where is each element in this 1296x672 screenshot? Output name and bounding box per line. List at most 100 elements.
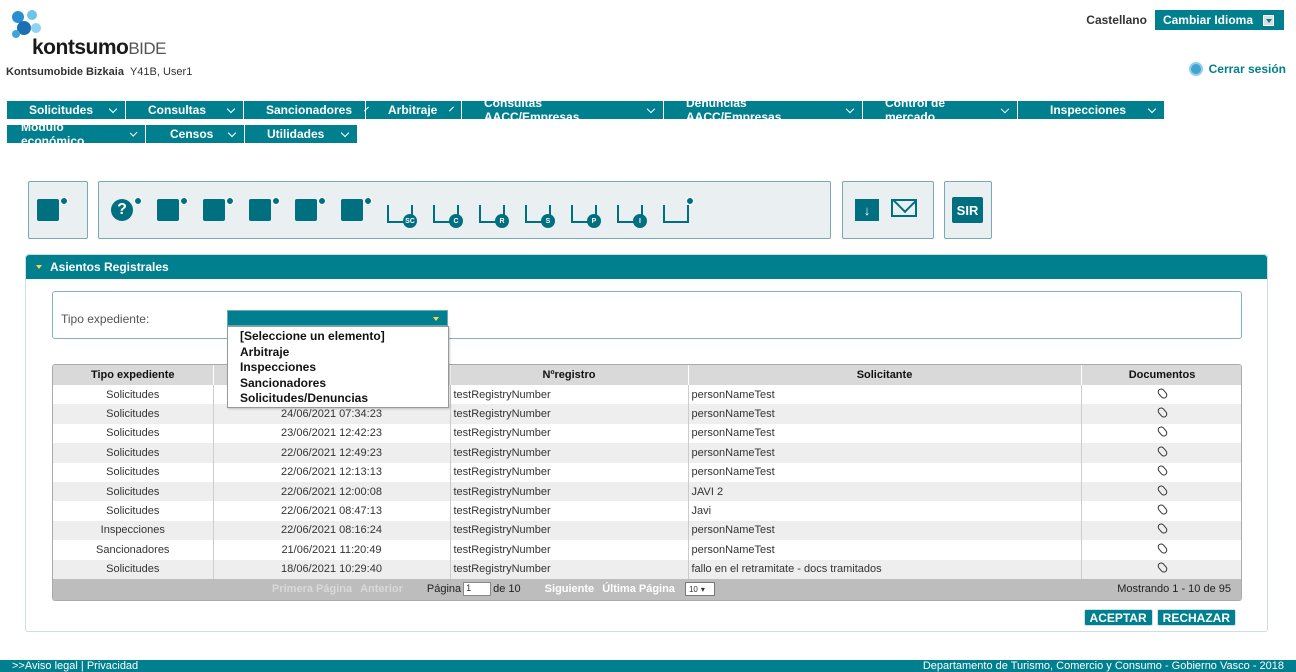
table-row[interactable]: Solicitudes 23/06/2021 12:42:23 testRegist…: [53, 423, 1241, 444]
menu-denuncias-aacc[interactable]: Denuncias AACC/Empresas: [664, 96, 863, 124]
toolbar-group-new: [28, 181, 88, 239]
menu-consultas[interactable]: Consultas: [126, 101, 244, 119]
cell-solicitante: personNameTest: [688, 385, 1082, 405]
dropdown-option[interactable]: Arbitraje: [240, 345, 448, 361]
table-row[interactable]: Solicitudes 22/06/2021 12:49:23 testRegist…: [53, 443, 1241, 463]
paperclip-icon[interactable]: [1155, 561, 1169, 575]
table-pager: Primera Página Anterior Página 1 de 10 S…: [53, 578, 1241, 600]
cell-documentos: [1081, 462, 1241, 482]
page-of-label: de 10: [493, 583, 521, 596]
kontsumobide-logo[interactable]: kontsumoBIDE: [8, 8, 178, 60]
prev-page-link[interactable]: Anterior: [360, 583, 403, 595]
last-page-link[interactable]: Última Página: [602, 583, 675, 595]
cell-fecha: 22/06/2021 12:13:13: [213, 462, 451, 482]
cell-fecha: 21/06/2021 11:20:49: [213, 540, 451, 560]
paperclip-icon[interactable]: [1155, 522, 1169, 536]
tray-label: P: [587, 214, 601, 228]
new-euro-edit-button[interactable]: [295, 197, 326, 221]
paperclip-icon[interactable]: [1155, 425, 1169, 439]
logout-link[interactable]: Cerrar sesión: [1188, 62, 1286, 76]
paperclip-icon[interactable]: [1155, 444, 1169, 458]
footer-legal-links[interactable]: >>Aviso legal | Privacidad: [12, 660, 138, 672]
menu-modulo-economico[interactable]: Módulo económico: [7, 120, 146, 148]
table-row[interactable]: Solicitudes 22/06/2021 12:00:08 testRegist…: [53, 481, 1241, 502]
first-page-link[interactable]: Primera Página: [272, 583, 352, 595]
inbox-tray-icon: P: [571, 205, 601, 228]
accept-button[interactable]: ACEPTAR: [1083, 609, 1153, 626]
reject-button[interactable]: RECHAZAR: [1156, 609, 1236, 626]
tray-sc-button[interactable]: SC: [387, 199, 417, 228]
tray-edit-button[interactable]: [663, 197, 694, 223]
menu-inspecciones[interactable]: Inspecciones: [1018, 101, 1165, 119]
paperclip-icon[interactable]: [1155, 406, 1169, 420]
cell-tipo: Solicitudes: [53, 501, 214, 521]
next-page-link[interactable]: Siguiente: [545, 583, 595, 595]
tray-p-button[interactable]: P: [571, 199, 601, 228]
col-nregistro[interactable]: Nºregistro: [450, 365, 689, 385]
cell-tipo: Sancionadores: [53, 540, 214, 560]
dropdown-option[interactable]: Sancionadores: [240, 376, 448, 392]
cell-fecha: 22/06/2021 08:16:24: [213, 520, 451, 541]
table-row[interactable]: Solicitudes 22/06/2021 12:13:13 testRegist…: [53, 462, 1241, 482]
new-consulta-button[interactable]: ?: [111, 197, 142, 221]
new-registro-button[interactable]: [249, 197, 280, 221]
dropdown-option[interactable]: [Seleccione un elemento]: [240, 329, 448, 345]
inbox-tray-icon: I: [617, 205, 647, 228]
menu-solicitudes[interactable]: Solicitudes: [7, 101, 126, 119]
new-euro-doc-button[interactable]: [341, 197, 372, 221]
paperclip-icon[interactable]: [1155, 541, 1169, 555]
paperclip-icon[interactable]: [1155, 483, 1169, 497]
cell-registro: testRegistryNumber: [450, 404, 689, 424]
action-buttons: ACEPTAR RECHAZAR: [1083, 609, 1236, 626]
col-documentos[interactable]: Documentos: [1081, 365, 1241, 385]
menu-censos[interactable]: Censos: [146, 125, 245, 143]
collapse-caret-icon: [36, 265, 42, 269]
tipo-expediente-select[interactable]: [227, 310, 448, 326]
menu-label: Módulo económico: [21, 120, 85, 148]
dropdown-option[interactable]: Inspecciones: [240, 360, 448, 376]
tray-i-button[interactable]: I: [617, 199, 647, 228]
add-dot-icon: [364, 197, 372, 205]
tray-label: S: [541, 214, 555, 228]
chevron-down-icon: [449, 106, 455, 111]
folder-download-icon: ↓: [855, 199, 879, 221]
cell-solicitante: fallo en el retramitate - docs tramitado…: [688, 559, 1082, 579]
col-tipo-expediente[interactable]: Tipo expediente: [53, 365, 214, 385]
chevron-down-icon: ▾: [700, 584, 705, 594]
euro-edit-icon: [295, 199, 317, 221]
footer-copyright: Departamento de Turismo, Comercio y Cons…: [922, 660, 1284, 672]
dropdown-option[interactable]: Solicitudes/Denuncias: [240, 391, 448, 407]
table-row[interactable]: Inspecciones 22/06/2021 08:16:24 testRegis…: [53, 520, 1241, 541]
page-size-select[interactable]: 10 ▾: [684, 582, 715, 597]
current-language: Castellano: [1086, 13, 1147, 27]
menu-control-mercado[interactable]: Control de mercado: [863, 96, 1018, 124]
table-row[interactable]: Sancionadores 21/06/2021 11:20:49 testRegi…: [53, 540, 1241, 560]
menu-consultas-aacc[interactable]: Consultas AACC/Empresas: [462, 96, 664, 124]
menu-label: Denuncias AACC/Empresas: [686, 96, 782, 124]
tray-r-button[interactable]: R: [479, 199, 509, 228]
menu-utilidades[interactable]: Utilidades: [245, 125, 358, 143]
table-row[interactable]: Solicitudes 18/06/2021 10:29:40 testRegist…: [53, 559, 1241, 579]
cell-registro: testRegistryNumber: [450, 423, 689, 444]
paperclip-icon[interactable]: [1155, 503, 1169, 516]
page-size-value: 10: [688, 584, 698, 594]
tray-s-button[interactable]: S: [525, 199, 555, 228]
download-folder-button[interactable]: ↓: [855, 199, 879, 221]
new-document-button[interactable]: [37, 197, 68, 221]
sir-button[interactable]: SIR: [952, 197, 983, 223]
menu-arbitraje[interactable]: Arbitraje: [366, 101, 462, 119]
new-arbitraje-button[interactable]: [203, 197, 234, 221]
tray-c-button[interactable]: C: [433, 199, 463, 228]
table-row[interactable]: Solicitudes 22/06/2021 08:47:13 testRegist…: [53, 501, 1241, 521]
panel-header[interactable]: Asientos Registrales: [26, 255, 1267, 279]
new-sancionador-button[interactable]: [157, 197, 188, 221]
paperclip-icon[interactable]: [1155, 464, 1169, 478]
col-solicitante[interactable]: Solicitante: [688, 365, 1082, 385]
paperclip-icon[interactable]: [1155, 386, 1169, 400]
menu-sancionadores[interactable]: Sancionadores: [244, 101, 370, 119]
mail-button[interactable]: [891, 199, 917, 221]
page-number-input[interactable]: 1: [463, 582, 492, 597]
change-language-button[interactable]: Cambiar Idioma: [1154, 10, 1284, 30]
menu-label: Arbitraje: [388, 103, 438, 117]
chevron-down-icon: [129, 128, 138, 137]
